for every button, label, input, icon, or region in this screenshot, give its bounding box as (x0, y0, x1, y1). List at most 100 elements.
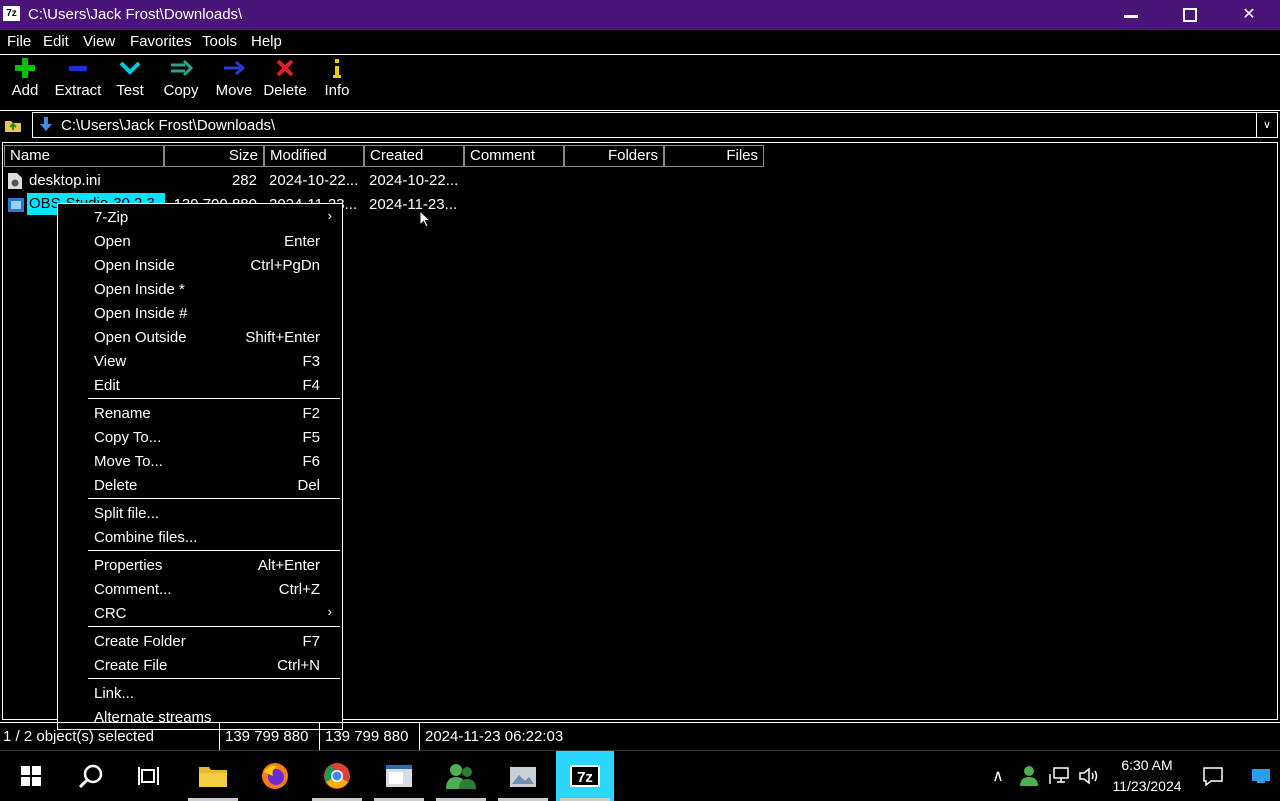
file-size: 282 (231, 172, 257, 189)
menu-item-properties[interactable]: Properties Alt+Enter (58, 554, 342, 578)
menu-item-open-inside[interactable]: Open Inside Ctrl+PgDn (58, 254, 342, 278)
menu-item-crc[interactable]: CRC › (58, 602, 342, 626)
firefox-icon (262, 763, 288, 789)
7zip-app-icon[interactable]: 7z (3, 6, 20, 21)
network-icon (1049, 767, 1069, 784)
firefox-button[interactable] (246, 751, 304, 801)
file-created: 2024-10-22... (369, 172, 459, 189)
menu-item-label: Open (94, 233, 131, 250)
menu-separator (88, 550, 340, 551)
start-button[interactable] (2, 751, 60, 801)
menu-item-delete[interactable]: Delete Del (58, 474, 342, 498)
menu-item-combine-files[interactable]: Combine files... (58, 526, 342, 550)
status-divider (419, 723, 420, 751)
menu-edit[interactable]: Edit (43, 33, 69, 50)
test-button[interactable]: Test (112, 55, 148, 107)
chrome-button[interactable] (308, 751, 366, 801)
folder-up-icon[interactable] (4, 117, 22, 133)
table-row[interactable]: desktop.ini 282 2024-10-22... 2024-10-22… (3, 169, 1277, 193)
menu-item-split-file[interactable]: Split file... (58, 502, 342, 526)
search-icon (78, 764, 103, 789)
notifications-button[interactable] (1196, 751, 1230, 801)
chrome-icon (324, 763, 350, 789)
users-button[interactable] (432, 751, 490, 801)
menu-file[interactable]: File (7, 33, 31, 50)
menu-item-label: Split file... (94, 505, 160, 522)
copy-arrows-icon (160, 55, 202, 81)
info-label: Info (324, 82, 350, 99)
start-icon (21, 766, 41, 786)
title-bar: 7z C:\Users\Jack Frost\Downloads\ ✕ (0, 0, 1280, 30)
menu-item-rename[interactable]: Rename F2 (58, 402, 342, 426)
minimize-button[interactable] (1102, 0, 1160, 30)
menu-item-7zip[interactable]: 7-Zip › (58, 206, 342, 230)
menu-item-move-to[interactable]: Move To... F6 (58, 450, 342, 474)
file-name: desktop.ini (29, 172, 101, 189)
column-created[interactable]: Created (364, 145, 464, 167)
task-view-button[interactable] (120, 751, 178, 801)
window-title: C:\Users\Jack Frost\Downloads\ (28, 6, 243, 23)
move-button[interactable]: Move (212, 55, 256, 107)
copy-button[interactable]: Copy (160, 55, 202, 107)
menu-help[interactable]: Help (251, 33, 282, 50)
extract-button[interactable]: Extract (52, 55, 104, 107)
menu-item-shortcut: Ctrl+N (277, 657, 320, 674)
info-button[interactable]: Info (322, 55, 352, 107)
menu-item-create-file[interactable]: Create File Ctrl+N (58, 654, 342, 678)
delete-label: Delete (263, 82, 307, 99)
address-path: C:\Users\Jack Frost\Downloads\ (61, 117, 276, 134)
user-tray-icon (1020, 766, 1038, 786)
status-divider (319, 723, 320, 751)
menu-item-shortcut: F2 (302, 405, 320, 422)
clock-date: 11/23/2024 (1112, 778, 1182, 794)
notification-icon (1203, 767, 1223, 786)
menu-item-view[interactable]: View F3 (58, 350, 342, 374)
menu-item-create-folder[interactable]: Create Folder F7 (58, 630, 342, 654)
column-name[interactable]: Name (4, 145, 164, 167)
menu-item-label: Move To... (94, 453, 163, 470)
delete-button[interactable]: Delete (262, 55, 308, 107)
taskbar-clock[interactable]: 6:30 AM 11/23/2024 (1106, 755, 1188, 797)
volume-button[interactable] (1074, 751, 1104, 801)
settings-file-icon (7, 172, 23, 194)
search-button[interactable] (62, 751, 120, 801)
delete-x-icon (262, 55, 308, 81)
menu-item-label: Create Folder (94, 633, 186, 650)
restore-button[interactable] (1160, 0, 1218, 30)
file-explorer-button[interactable] (184, 751, 242, 801)
menu-item-shortcut: Ctrl+PgDn (250, 257, 320, 274)
tray-user-button[interactable] (1014, 751, 1044, 801)
column-comment[interactable]: Comment (464, 145, 564, 167)
menu-item-label: Delete (94, 477, 138, 494)
photo-viewer-button[interactable] (494, 751, 552, 801)
network-button[interactable] (1044, 751, 1074, 801)
app-window-button[interactable] (370, 751, 428, 801)
address-dropdown[interactable]: ∨ (1256, 113, 1277, 137)
menu-view[interactable]: View (83, 33, 115, 50)
menu-item-shortcut: Del (297, 477, 320, 494)
menu-item-copy-to[interactable]: Copy To... F5 (58, 426, 342, 450)
add-button[interactable]: Add (6, 55, 44, 107)
show-desktop-button[interactable] (1244, 751, 1278, 801)
chevron-right-icon: › (327, 604, 332, 619)
menu-item-open[interactable]: Open Enter (58, 230, 342, 254)
status-bar: 1 / 2 object(s) selected 139 799 880 139… (0, 722, 1280, 751)
menu-item-open-inside-star[interactable]: Open Inside * (58, 278, 342, 302)
app-window-icon (386, 765, 412, 787)
address-bar[interactable]: C:\Users\Jack Frost\Downloads\ ∨ (32, 112, 1278, 138)
show-hidden-icons-button[interactable]: ∧ (984, 751, 1012, 801)
close-button[interactable]: ✕ (1220, 0, 1278, 30)
menu-item-edit[interactable]: Edit F4 (58, 374, 342, 398)
menu-item-open-inside-hash[interactable]: Open Inside # (58, 302, 342, 326)
column-modified[interactable]: Modified (264, 145, 364, 167)
column-folders[interactable]: Folders (564, 145, 664, 167)
menu-favorites[interactable]: Favorites (130, 33, 192, 50)
menu-item-open-outside[interactable]: Open Outside Shift+Enter (58, 326, 342, 350)
menu-tools[interactable]: Tools (202, 33, 237, 50)
7zip-taskbar-button[interactable]: 7z (556, 751, 614, 801)
column-files[interactable]: Files (664, 145, 764, 167)
menu-item-comment[interactable]: Comment... Ctrl+Z (58, 578, 342, 602)
menu-item-link[interactable]: Link... (58, 682, 342, 706)
column-size[interactable]: Size (164, 145, 264, 167)
menu-item-label: Open Inside (94, 257, 175, 274)
